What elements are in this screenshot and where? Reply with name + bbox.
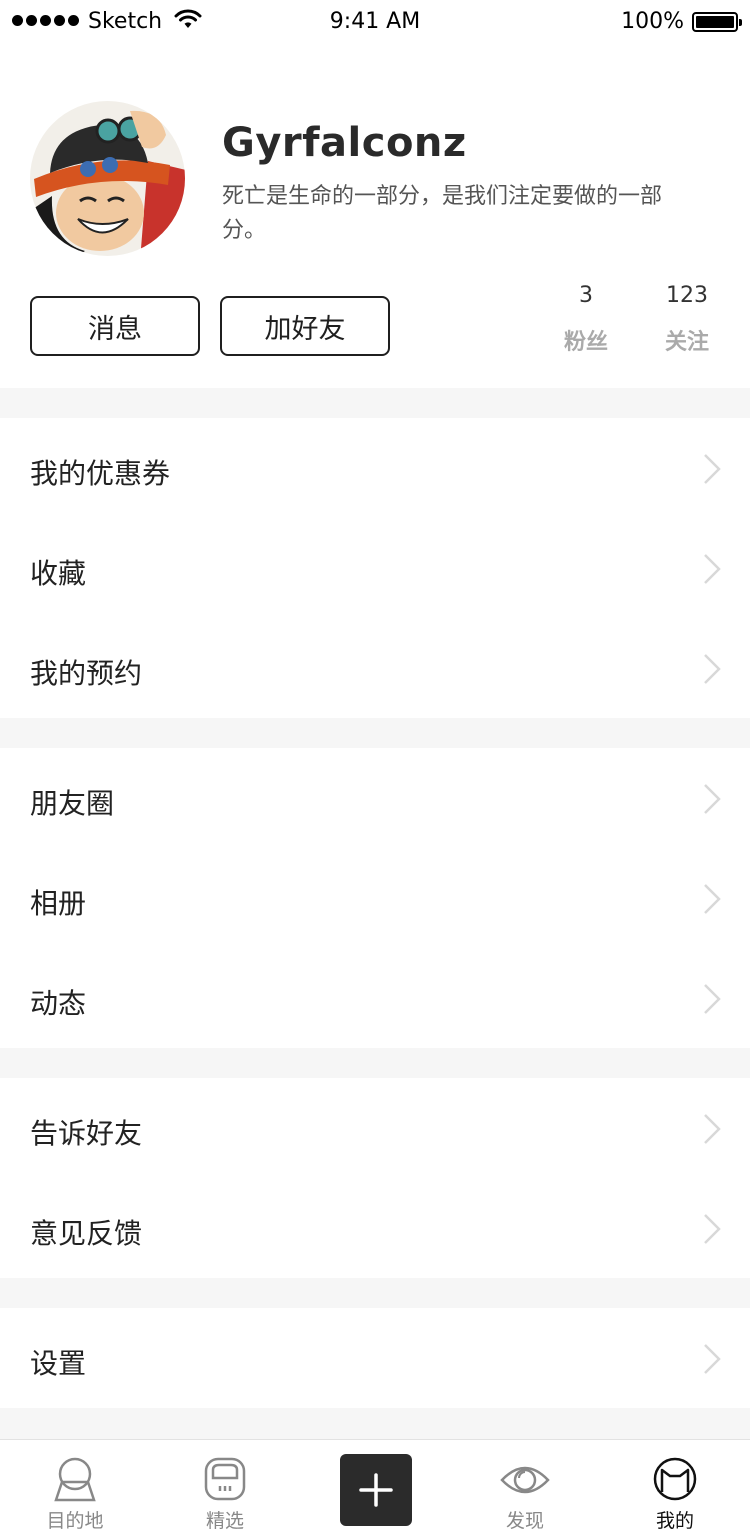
menu-item-coupons[interactable]: 我的优惠券 bbox=[0, 418, 750, 518]
menu-item-tell-friends[interactable]: 告诉好友 bbox=[0, 1078, 750, 1178]
tab-label: 我的 bbox=[655, 1510, 694, 1532]
tab-discover[interactable]: 发现 bbox=[450, 1440, 600, 1538]
cat-icon bbox=[653, 1457, 697, 1501]
following-stat[interactable]: 123 关注 bbox=[652, 283, 722, 356]
fans-count: 3 bbox=[579, 283, 593, 308]
menu-item-label: 朋友圈 bbox=[30, 787, 115, 820]
menu-item-label: 意见反馈 bbox=[30, 1217, 143, 1250]
chevron-right-icon bbox=[704, 1114, 721, 1144]
menu-item-label: 我的预约 bbox=[30, 657, 143, 690]
tab-featured[interactable]: 精选 bbox=[150, 1440, 300, 1538]
destination-icon bbox=[54, 1457, 96, 1502]
menu-item-settings[interactable]: 设置 bbox=[0, 1308, 750, 1408]
plus-icon bbox=[359, 1473, 393, 1507]
section-divider bbox=[0, 718, 750, 748]
tab-label: 发现 bbox=[505, 1510, 544, 1532]
menu-item-moments[interactable]: 朋友圈 bbox=[0, 748, 750, 848]
chevron-right-icon bbox=[704, 1344, 721, 1374]
menu-item-album[interactable]: 相册 bbox=[0, 848, 750, 948]
avatar[interactable] bbox=[30, 101, 185, 256]
menu-item-label: 设置 bbox=[30, 1347, 87, 1380]
fans-label: 粉丝 bbox=[563, 330, 608, 355]
menu-item-activity[interactable]: 动态 bbox=[0, 948, 750, 1048]
tab-destination[interactable]: 目的地 bbox=[0, 1440, 150, 1538]
chevron-right-icon bbox=[704, 984, 721, 1014]
eye-icon bbox=[500, 1466, 550, 1494]
add-post-button[interactable] bbox=[340, 1454, 412, 1526]
menu-item-favorites[interactable]: 收藏 bbox=[0, 518, 750, 618]
chevron-right-icon bbox=[704, 454, 721, 484]
message-button[interactable]: 消息 bbox=[30, 296, 200, 356]
section-divider bbox=[0, 1278, 750, 1308]
username: Gyrfalconz bbox=[222, 120, 467, 166]
menu-item-label: 我的优惠券 bbox=[30, 457, 171, 490]
following-count: 123 bbox=[666, 283, 708, 308]
chevron-right-icon bbox=[704, 1214, 721, 1244]
menu-item-label: 收藏 bbox=[30, 557, 87, 590]
battery-icon bbox=[692, 12, 742, 32]
menu-item-reservations[interactable]: 我的预约 bbox=[0, 618, 750, 718]
tab-mine[interactable]: 我的 bbox=[600, 1440, 750, 1538]
section-divider bbox=[0, 1408, 750, 1439]
featured-icon bbox=[204, 1457, 246, 1501]
chevron-right-icon bbox=[704, 784, 721, 814]
add-friend-button[interactable]: 加好友 bbox=[220, 296, 390, 356]
fans-stat[interactable]: 3 粉丝 bbox=[556, 283, 616, 356]
section-divider bbox=[0, 1048, 750, 1078]
status-bar: Sketch 9:41 AM 100% bbox=[0, 0, 750, 44]
battery-percentage: 100% bbox=[621, 9, 684, 34]
following-label: 关注 bbox=[664, 330, 709, 355]
menu-item-label: 相册 bbox=[30, 887, 87, 920]
chevron-right-icon bbox=[704, 654, 721, 684]
section-divider bbox=[0, 388, 750, 418]
menu-item-label: 告诉好友 bbox=[30, 1117, 143, 1150]
user-bio: 死亡是生命的一部分，是我们注定要做的一部分。 bbox=[222, 184, 663, 243]
menu-item-feedback[interactable]: 意见反馈 bbox=[0, 1178, 750, 1278]
chevron-right-icon bbox=[704, 884, 721, 914]
menu-item-label: 动态 bbox=[30, 987, 87, 1020]
chevron-right-icon bbox=[704, 554, 721, 584]
tab-label: 精选 bbox=[205, 1510, 244, 1532]
tab-label: 目的地 bbox=[46, 1510, 104, 1532]
